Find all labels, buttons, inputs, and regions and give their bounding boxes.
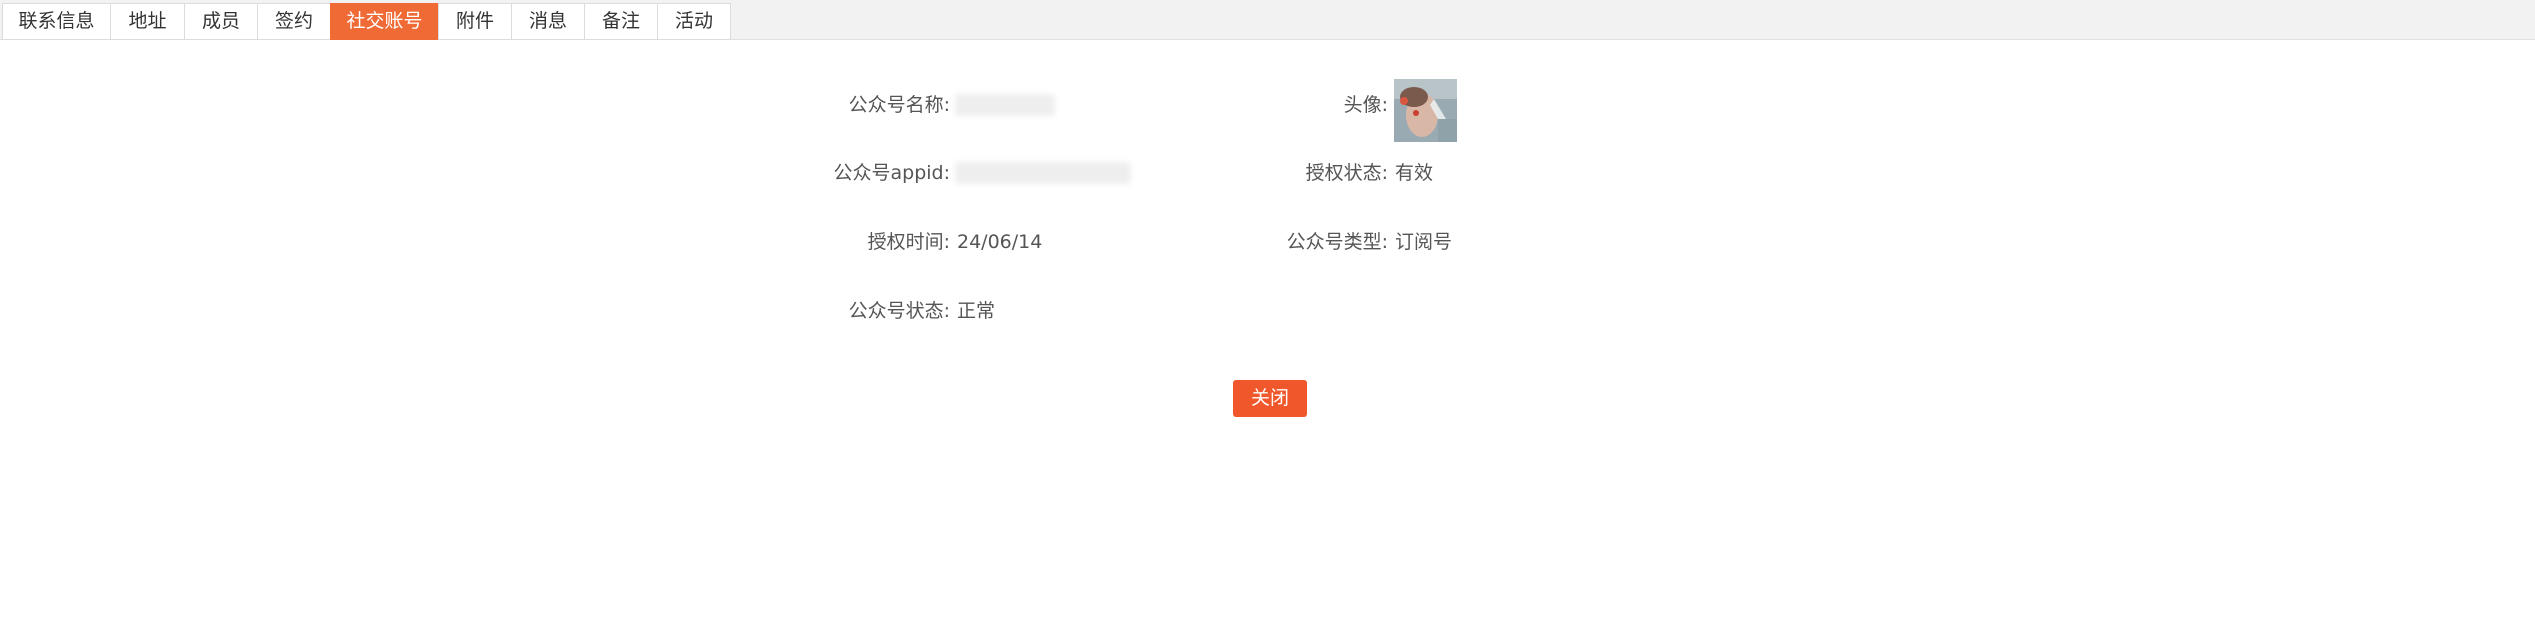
tab-list: 联系信息 地址 成员 签约 社交账号 附件 消息 备注 活动 <box>2 3 731 40</box>
auth-time-value: 24/06/14 <box>957 231 1043 253</box>
account-status-value: 正常 <box>957 300 996 322</box>
tab-messages[interactable]: 消息 <box>511 3 584 40</box>
tab-address[interactable]: 地址 <box>110 3 184 40</box>
close-button[interactable]: 关闭 <box>1233 380 1307 417</box>
account-name-row: 公众号名称: <box>700 90 950 120</box>
tab-members[interactable]: 成员 <box>184 3 257 40</box>
account-name-label: 公众号名称: <box>848 94 950 116</box>
tab-attachments[interactable]: 附件 <box>438 3 511 40</box>
avatar <box>1394 79 1457 142</box>
avatar-label: 头像: <box>1343 94 1388 116</box>
tab-social-accounts[interactable]: 社交账号 <box>330 3 438 40</box>
account-type-value: 订阅号 <box>1395 231 1453 253</box>
avatar-row: 头像: <box>1200 90 1388 120</box>
appid-row: 公众号appid: <box>700 158 950 188</box>
appid-value-redacted <box>955 162 1131 184</box>
auth-time-row: 授权时间: <box>700 227 950 257</box>
tab-notes[interactable]: 备注 <box>584 3 657 40</box>
auth-status-label: 授权状态: <box>1305 162 1388 184</box>
avatar-image <box>1394 79 1457 142</box>
account-status-row: 公众号状态: <box>700 296 950 326</box>
tab-bar: 联系信息 地址 成员 签约 社交账号 附件 消息 备注 活动 <box>0 0 2535 40</box>
account-type-label: 公众号类型: <box>1286 231 1388 253</box>
tab-activities[interactable]: 活动 <box>657 3 731 40</box>
auth-time-label: 授权时间: <box>867 231 950 253</box>
auth-status-value: 有效 <box>1395 162 1434 184</box>
account-status-label: 公众号状态: <box>848 300 950 322</box>
account-name-value-redacted <box>955 94 1055 116</box>
appid-label: 公众号appid: <box>833 162 950 184</box>
tab-contact-info[interactable]: 联系信息 <box>2 3 110 40</box>
auth-status-row: 授权状态: <box>1200 158 1388 188</box>
tab-contracts[interactable]: 签约 <box>257 3 330 40</box>
account-type-row: 公众号类型: <box>1200 227 1388 257</box>
